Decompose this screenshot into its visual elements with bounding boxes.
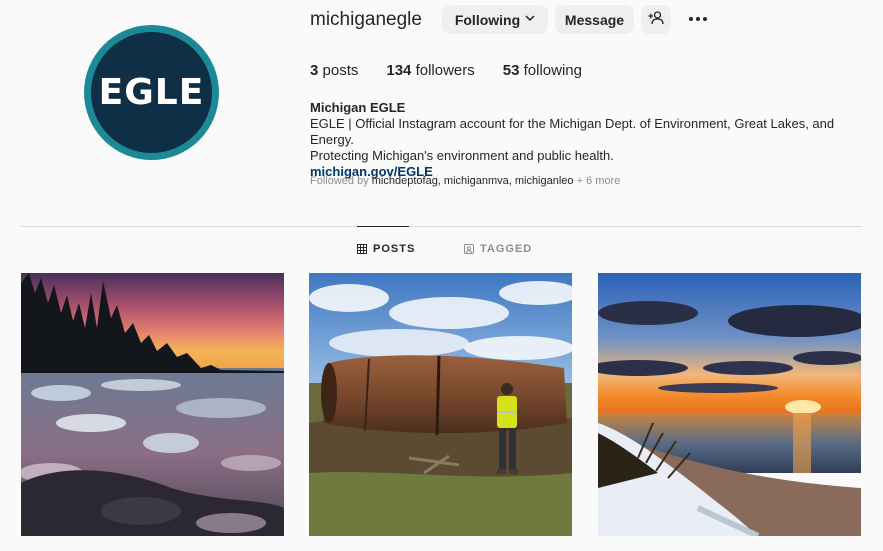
profile-stats: 3 posts 134 followers 53 following bbox=[310, 62, 610, 79]
post-image-ice-shoreline bbox=[21, 273, 284, 536]
profile-username: michiganegle bbox=[310, 9, 422, 30]
posts-stat: 3 posts bbox=[310, 62, 358, 79]
suggested-accounts-button[interactable] bbox=[641, 5, 671, 34]
tab-tagged[interactable]: TAGGED bbox=[464, 243, 532, 255]
following-stat[interactable]: 53 following bbox=[503, 62, 582, 79]
grid-icon bbox=[357, 244, 367, 254]
tabs-divider bbox=[21, 226, 862, 227]
profile-avatar[interactable]: EGLE bbox=[84, 25, 219, 160]
tab-posts[interactable]: POSTS bbox=[357, 243, 415, 255]
tab-posts-label: POSTS bbox=[373, 243, 416, 255]
message-button-label: Message bbox=[564, 11, 625, 28]
avatar-logo-circle: EGLE bbox=[91, 32, 212, 153]
following-label: following bbox=[523, 62, 582, 79]
post-thumbnail-3[interactable] bbox=[598, 273, 861, 536]
posts-label: posts bbox=[322, 62, 359, 79]
post-image-log-worker bbox=[309, 273, 572, 536]
followers-count: 134 bbox=[386, 62, 412, 79]
active-tab-indicator bbox=[357, 226, 409, 227]
tagged-icon bbox=[464, 244, 474, 254]
followed-by-prefix: Followed by bbox=[310, 175, 372, 187]
followers-stat[interactable]: 134 followers bbox=[386, 62, 474, 79]
profile-bio: Michigan EGLE EGLE | Official Instagram … bbox=[310, 100, 870, 180]
following-button[interactable]: Following bbox=[442, 5, 548, 34]
bio-line-1: EGLE | Official Instagram account for th… bbox=[310, 116, 835, 147]
message-button[interactable]: Message bbox=[555, 5, 634, 34]
post-thumbnail-1[interactable] bbox=[21, 273, 284, 536]
more-options-icon[interactable] bbox=[685, 10, 711, 28]
avatar-logo-text: EGLE bbox=[98, 72, 205, 113]
post-image-beach-sunset bbox=[598, 273, 861, 536]
chevron-down-icon bbox=[525, 13, 535, 24]
followed-by-names: michdeptofag, michiganmva, michiganleo bbox=[371, 175, 574, 187]
person-plus-icon bbox=[648, 11, 664, 28]
posts-count: 3 bbox=[310, 62, 319, 79]
tab-tagged-label: TAGGED bbox=[480, 243, 533, 255]
followed-by[interactable]: Followed by michdeptofag, michiganmva, m… bbox=[310, 175, 620, 187]
followed-by-more: + 6 more bbox=[573, 175, 621, 187]
bio-name: Michigan EGLE bbox=[310, 100, 406, 115]
bio-line-2: Protecting Michigan's environment and pu… bbox=[310, 148, 614, 163]
following-button-label: Following bbox=[454, 11, 521, 28]
following-count: 53 bbox=[502, 62, 520, 79]
post-thumbnail-2[interactable] bbox=[309, 273, 572, 536]
followers-label: followers bbox=[415, 62, 475, 79]
